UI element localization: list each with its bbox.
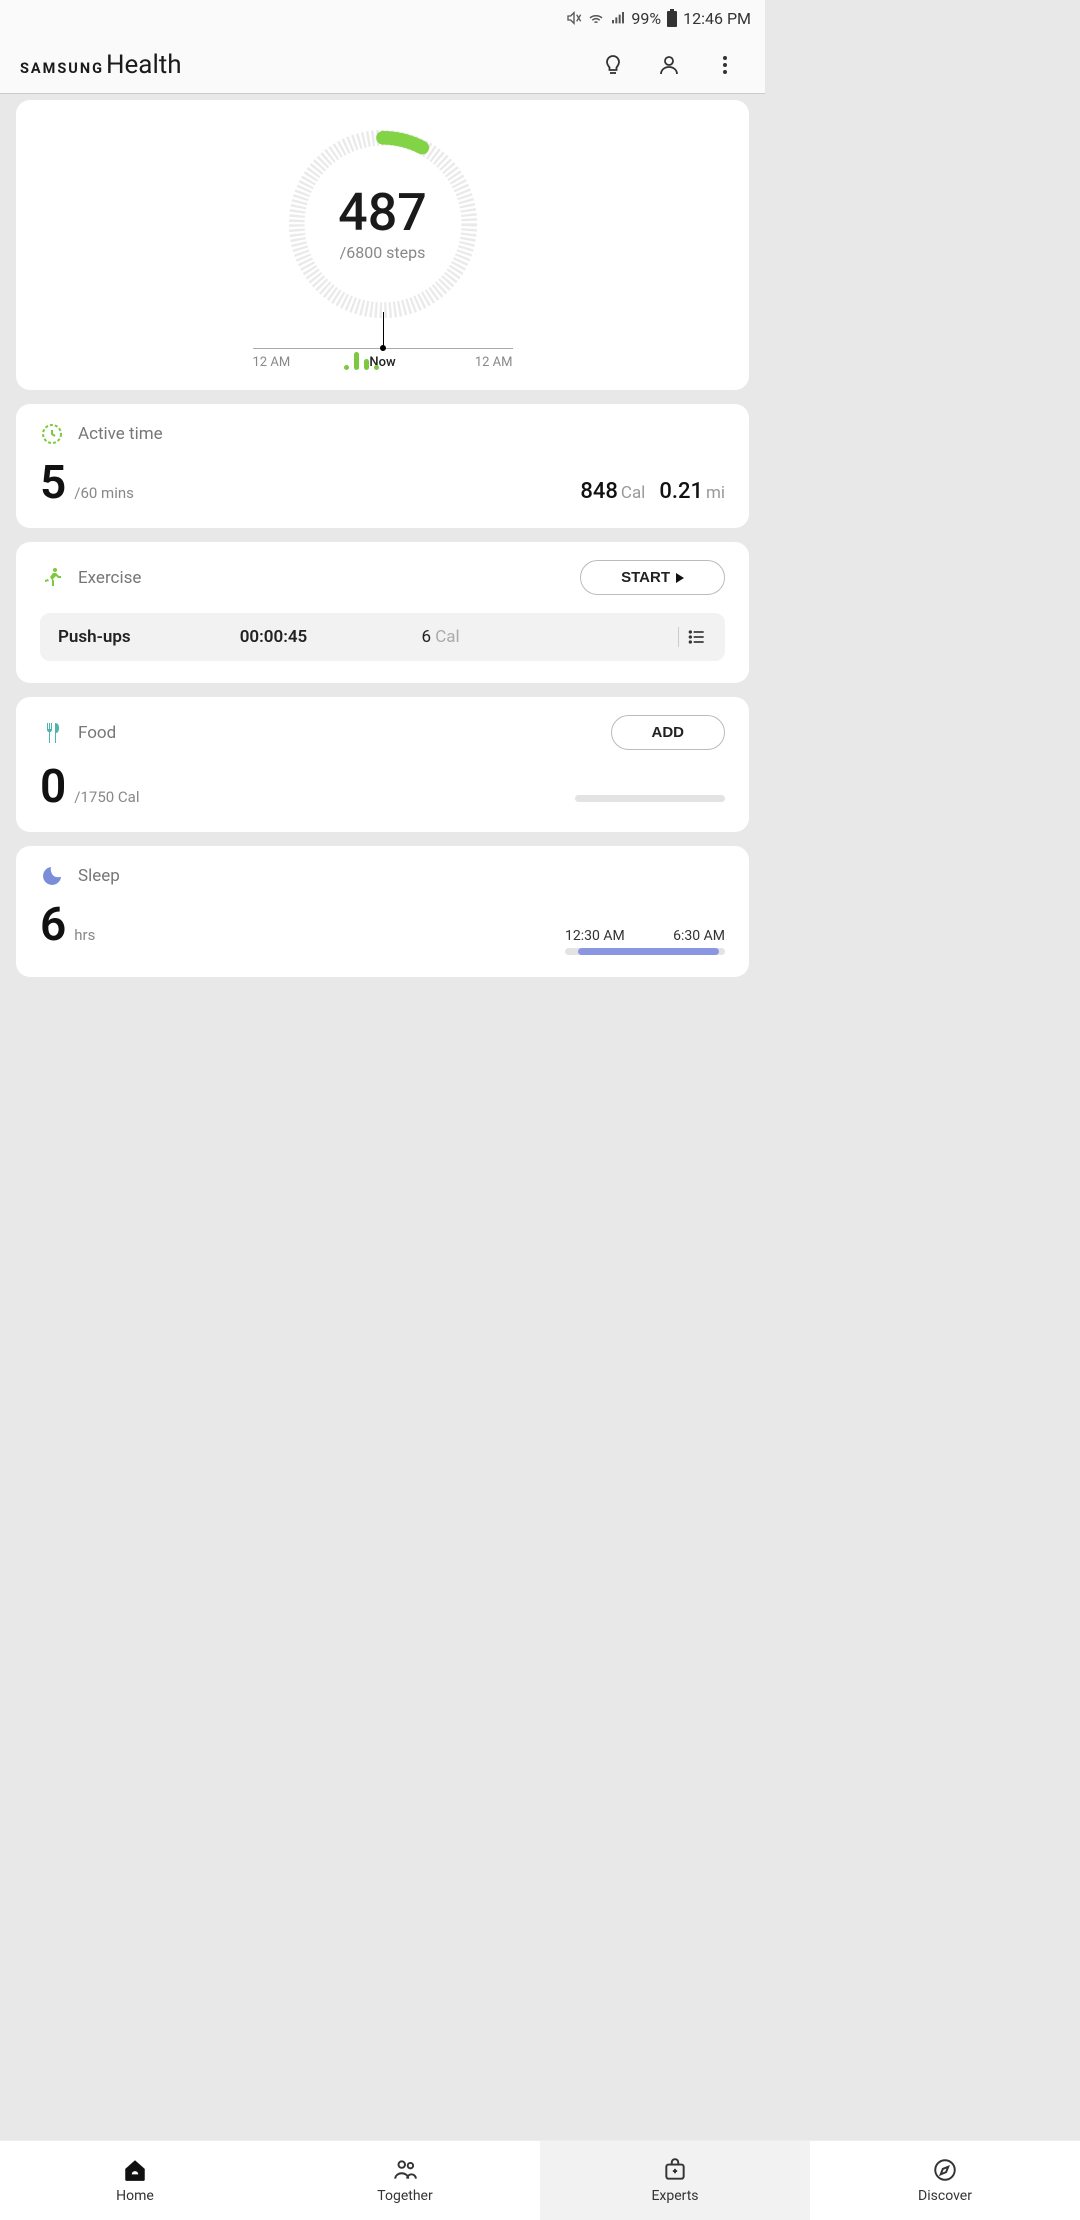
wifi-icon xyxy=(587,9,605,27)
food-title: Food xyxy=(78,723,116,743)
start-label: START xyxy=(621,569,670,586)
discover-icon xyxy=(932,2157,958,2183)
exercise-cal-unit: Cal xyxy=(435,627,459,647)
nav-discover-label: Discover xyxy=(918,2188,972,2204)
sleep-unit: hrs xyxy=(74,926,95,944)
steps-value: 487 xyxy=(338,187,427,239)
sleep-card[interactable]: Sleep 6 hrs 12:30 AM 6:30 AM xyxy=(16,846,749,977)
steps-timeline: 12 AM Now 12 AM xyxy=(253,348,513,370)
sleep-hours: 6 xyxy=(40,902,66,948)
food-progress-bar xyxy=(575,795,725,802)
timeline-end: 12 AM xyxy=(475,355,513,370)
nav-home-label: Home xyxy=(116,2188,154,2204)
last-exercise-row[interactable]: Push-ups 00:00:45 6 Cal xyxy=(40,613,725,661)
add-label: ADD xyxy=(652,724,685,741)
sleep-end: 6:30 AM xyxy=(673,928,725,944)
food-card[interactable]: Food ADD 0 /1750 Cal xyxy=(16,697,749,832)
sleep-title: Sleep xyxy=(78,866,120,886)
content-scroll[interactable]: 487 /6800 steps 12 AM Now 12 AM Acti xyxy=(0,94,765,1494)
battery-percent: 99% xyxy=(631,9,661,28)
active-minutes: 5 xyxy=(40,460,66,506)
start-exercise-button[interactable]: START xyxy=(580,560,725,595)
exercise-duration: 00:00:45 xyxy=(240,627,422,647)
active-goal: /60 mins xyxy=(74,484,134,502)
status-bar: 99% 12:46 PM xyxy=(0,0,765,36)
home-icon xyxy=(122,2157,148,2183)
nav-discover[interactable]: Discover xyxy=(810,2141,1080,2220)
active-dist: 0.21 xyxy=(659,479,703,504)
signal-icon xyxy=(610,10,626,26)
exercise-cal: 6 xyxy=(421,627,431,647)
more-icon[interactable] xyxy=(713,53,737,77)
exercise-card[interactable]: Exercise START Push-ups 00:00:45 6 Cal xyxy=(16,542,749,683)
insights-icon[interactable] xyxy=(601,53,625,77)
battery-icon xyxy=(666,9,678,27)
nav-experts-label: Experts xyxy=(651,2188,698,2204)
active-time-title: Active time xyxy=(78,424,163,444)
bottom-nav: Home Together Experts Discover xyxy=(0,2140,1080,2220)
steps-goal: /6800 steps xyxy=(340,243,426,262)
play-icon xyxy=(676,573,684,583)
steps-ring: 487 /6800 steps xyxy=(285,126,481,322)
moon-icon xyxy=(40,864,64,888)
timeline-start: 12 AM xyxy=(253,355,291,370)
experts-icon xyxy=(662,2157,688,2183)
mute-icon xyxy=(566,10,582,26)
runner-icon xyxy=(40,566,64,590)
steps-card[interactable]: 487 /6800 steps 12 AM Now 12 AM xyxy=(16,100,749,390)
brand-health: Health xyxy=(106,50,182,80)
exercise-list-button[interactable] xyxy=(678,627,707,647)
active-time-card[interactable]: Active time 5 /60 mins 848Cal 0.21mi xyxy=(16,404,749,528)
together-icon xyxy=(392,2157,418,2183)
nav-experts[interactable]: Experts xyxy=(540,2141,810,2220)
active-dist-unit: mi xyxy=(706,483,725,503)
app-header: SAMSUNG Health xyxy=(0,36,765,94)
app-title: SAMSUNG Health xyxy=(20,50,601,80)
list-icon xyxy=(687,627,707,647)
status-icons: 99% 12:46 PM xyxy=(566,9,751,28)
exercise-name: Push-ups xyxy=(58,627,240,647)
food-value: 0 xyxy=(40,764,66,810)
sleep-start: 12:30 AM xyxy=(565,928,625,944)
nav-home[interactable]: Home xyxy=(0,2141,270,2220)
utensils-icon xyxy=(40,721,64,745)
nav-together[interactable]: Together xyxy=(270,2141,540,2220)
brand-samsung: SAMSUNG xyxy=(20,60,104,77)
sleep-bar: 12:30 AM 6:30 AM xyxy=(565,928,725,955)
food-goal: /1750 Cal xyxy=(74,788,139,806)
profile-icon[interactable] xyxy=(657,53,681,77)
clock: 12:46 PM xyxy=(683,9,751,28)
add-food-button[interactable]: ADD xyxy=(611,715,726,750)
clock-icon xyxy=(40,422,64,446)
active-cal-unit: Cal xyxy=(621,483,645,503)
active-cal: 848 xyxy=(580,479,618,504)
exercise-title: Exercise xyxy=(78,568,141,588)
nav-together-label: Together xyxy=(377,2188,432,2204)
